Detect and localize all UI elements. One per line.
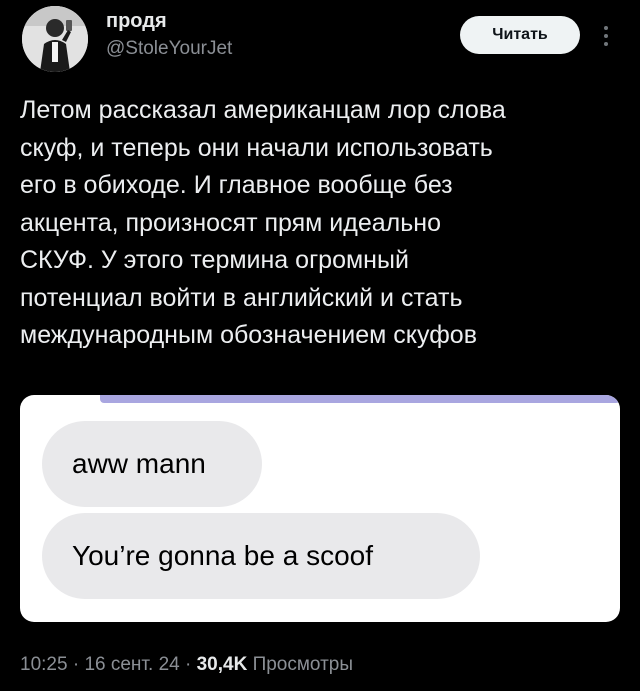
tweet-date[interactable]: 16 сент. 24 bbox=[84, 654, 179, 675]
tweet-header: продя @StoleYourJet Читать bbox=[0, 0, 640, 80]
tweet-meta: 10:25 · 16 сент. 24 · 30,4K Просмотры bbox=[20, 654, 353, 676]
views-label: Просмотры bbox=[252, 654, 354, 675]
message-bubble: You’re gonna be a scoof bbox=[42, 513, 480, 599]
meta-separator: · bbox=[179, 654, 197, 675]
meta-separator: · bbox=[67, 654, 85, 675]
message-bubble: aww mann bbox=[42, 421, 262, 507]
message-text: You’re gonna be a scoof bbox=[72, 540, 373, 571]
tweet-media-image[interactable]: aww mann You’re gonna be a scoof bbox=[20, 395, 620, 622]
views-count: 30,4K bbox=[196, 654, 248, 675]
author-handle[interactable]: @StoleYourJet bbox=[106, 38, 232, 60]
message-text: aww mann bbox=[72, 448, 206, 479]
tweet-text: Летом рассказал американцам лор слова ск… bbox=[20, 96, 506, 349]
more-vertical-icon[interactable] bbox=[598, 24, 614, 48]
avatar[interactable] bbox=[22, 6, 88, 72]
media-top-strip bbox=[100, 395, 620, 403]
tweet-time[interactable]: 10:25 bbox=[20, 654, 68, 675]
follow-button[interactable]: Читать bbox=[460, 16, 580, 54]
avatar-photo-icon bbox=[22, 6, 88, 72]
author-name[interactable]: продя bbox=[106, 10, 167, 33]
